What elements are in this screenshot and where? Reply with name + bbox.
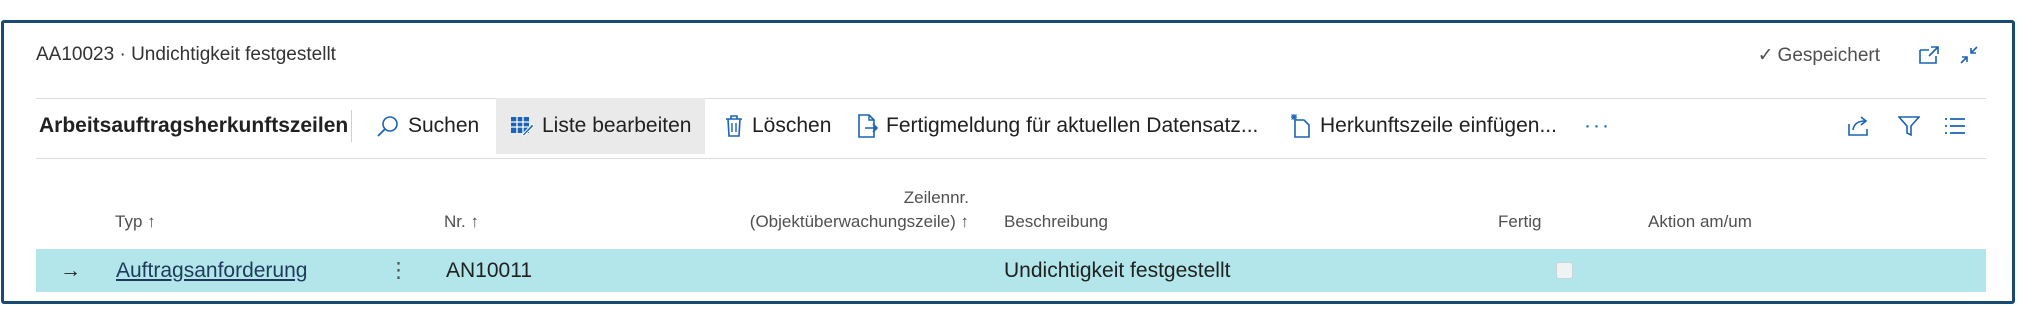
page-name-tab[interactable]: Arbeitsauftragsherkunftszeilen [39,98,348,154]
column-header-typ[interactable]: Typ ↑ [115,212,156,232]
collapse-icon[interactable] [1954,40,1984,70]
edit-list-icon [511,117,534,137]
complete-record-button[interactable]: Fertigmeldung für aktuellen Datensatz... [856,98,1258,154]
check-icon: ✓ [1757,45,1774,66]
insert-line-icon [1291,114,1310,138]
more-actions-button[interactable]: ··· [1584,98,1611,154]
table-row[interactable]: → Auftragsanforderung ⋮ AN10011 Undichti… [36,249,1986,292]
list-view-icon[interactable] [1940,111,1970,141]
search-button[interactable]: Suchen [376,98,479,154]
edit-list-label: Liste bearbeiten [542,114,692,137]
edit-list-button[interactable]: Liste bearbeiten [496,98,706,154]
typ-cell-link[interactable]: Auftragsanforderung [116,249,307,292]
delete-label: Löschen [752,114,832,137]
fertig-checkbox[interactable] [1556,262,1573,279]
action-divider [351,110,352,142]
document-arrow-icon [858,114,878,138]
page-title: AA10023 · Undichtigkeit festgestellt [36,44,336,65]
trash-icon [726,115,742,137]
insert-source-line-label: Herkunftszeile einfügen... [1320,114,1557,137]
search-icon [377,116,398,137]
column-header-beschreibung[interactable]: Beschreibung [1004,212,1108,232]
share-icon[interactable] [1844,111,1874,141]
row-indicator-arrow-icon: → [60,258,81,282]
beschreibung-cell[interactable]: Undichtigkeit festgestellt [1004,249,1230,292]
column-header-aktion[interactable]: Aktion am/um [1648,212,1752,232]
column-header-nr[interactable]: Nr. ↑ [444,212,479,232]
complete-record-label: Fertigmeldung für aktuellen Datensatz... [886,114,1259,137]
delete-button[interactable]: Löschen [724,98,831,154]
filter-icon[interactable] [1894,111,1924,141]
search-label: Suchen [408,114,480,137]
row-menu-icon[interactable]: ⋮ [388,249,409,292]
actionbar-divider [36,158,1986,159]
title-bar: AA10023 · Undichtigkeit festgestellt ✓ Ge… [36,24,2022,88]
action-bar: Arbeitsauftragsherkunftszeilen Suchen Li… [36,98,1986,154]
page-name-label: Arbeitsauftragsherkunftszeilen [39,114,349,137]
column-header-zeilennr-line1[interactable]: Zeilennr. [904,188,969,208]
saved-status-label: Gespeichert [1777,45,1880,66]
column-header-fertig[interactable]: Fertig [1498,212,1541,232]
nr-cell[interactable]: AN10011 [446,249,532,292]
insert-source-line-button[interactable]: Herkunftszeile einfügen... [1290,98,1557,154]
column-header-zeilennr-line2[interactable]: (Objektüberwachungszeile) ↑ [750,212,969,232]
open-new-window-icon[interactable] [1914,40,1944,70]
saved-status: ✓ Gespeichert [1758,44,1880,67]
